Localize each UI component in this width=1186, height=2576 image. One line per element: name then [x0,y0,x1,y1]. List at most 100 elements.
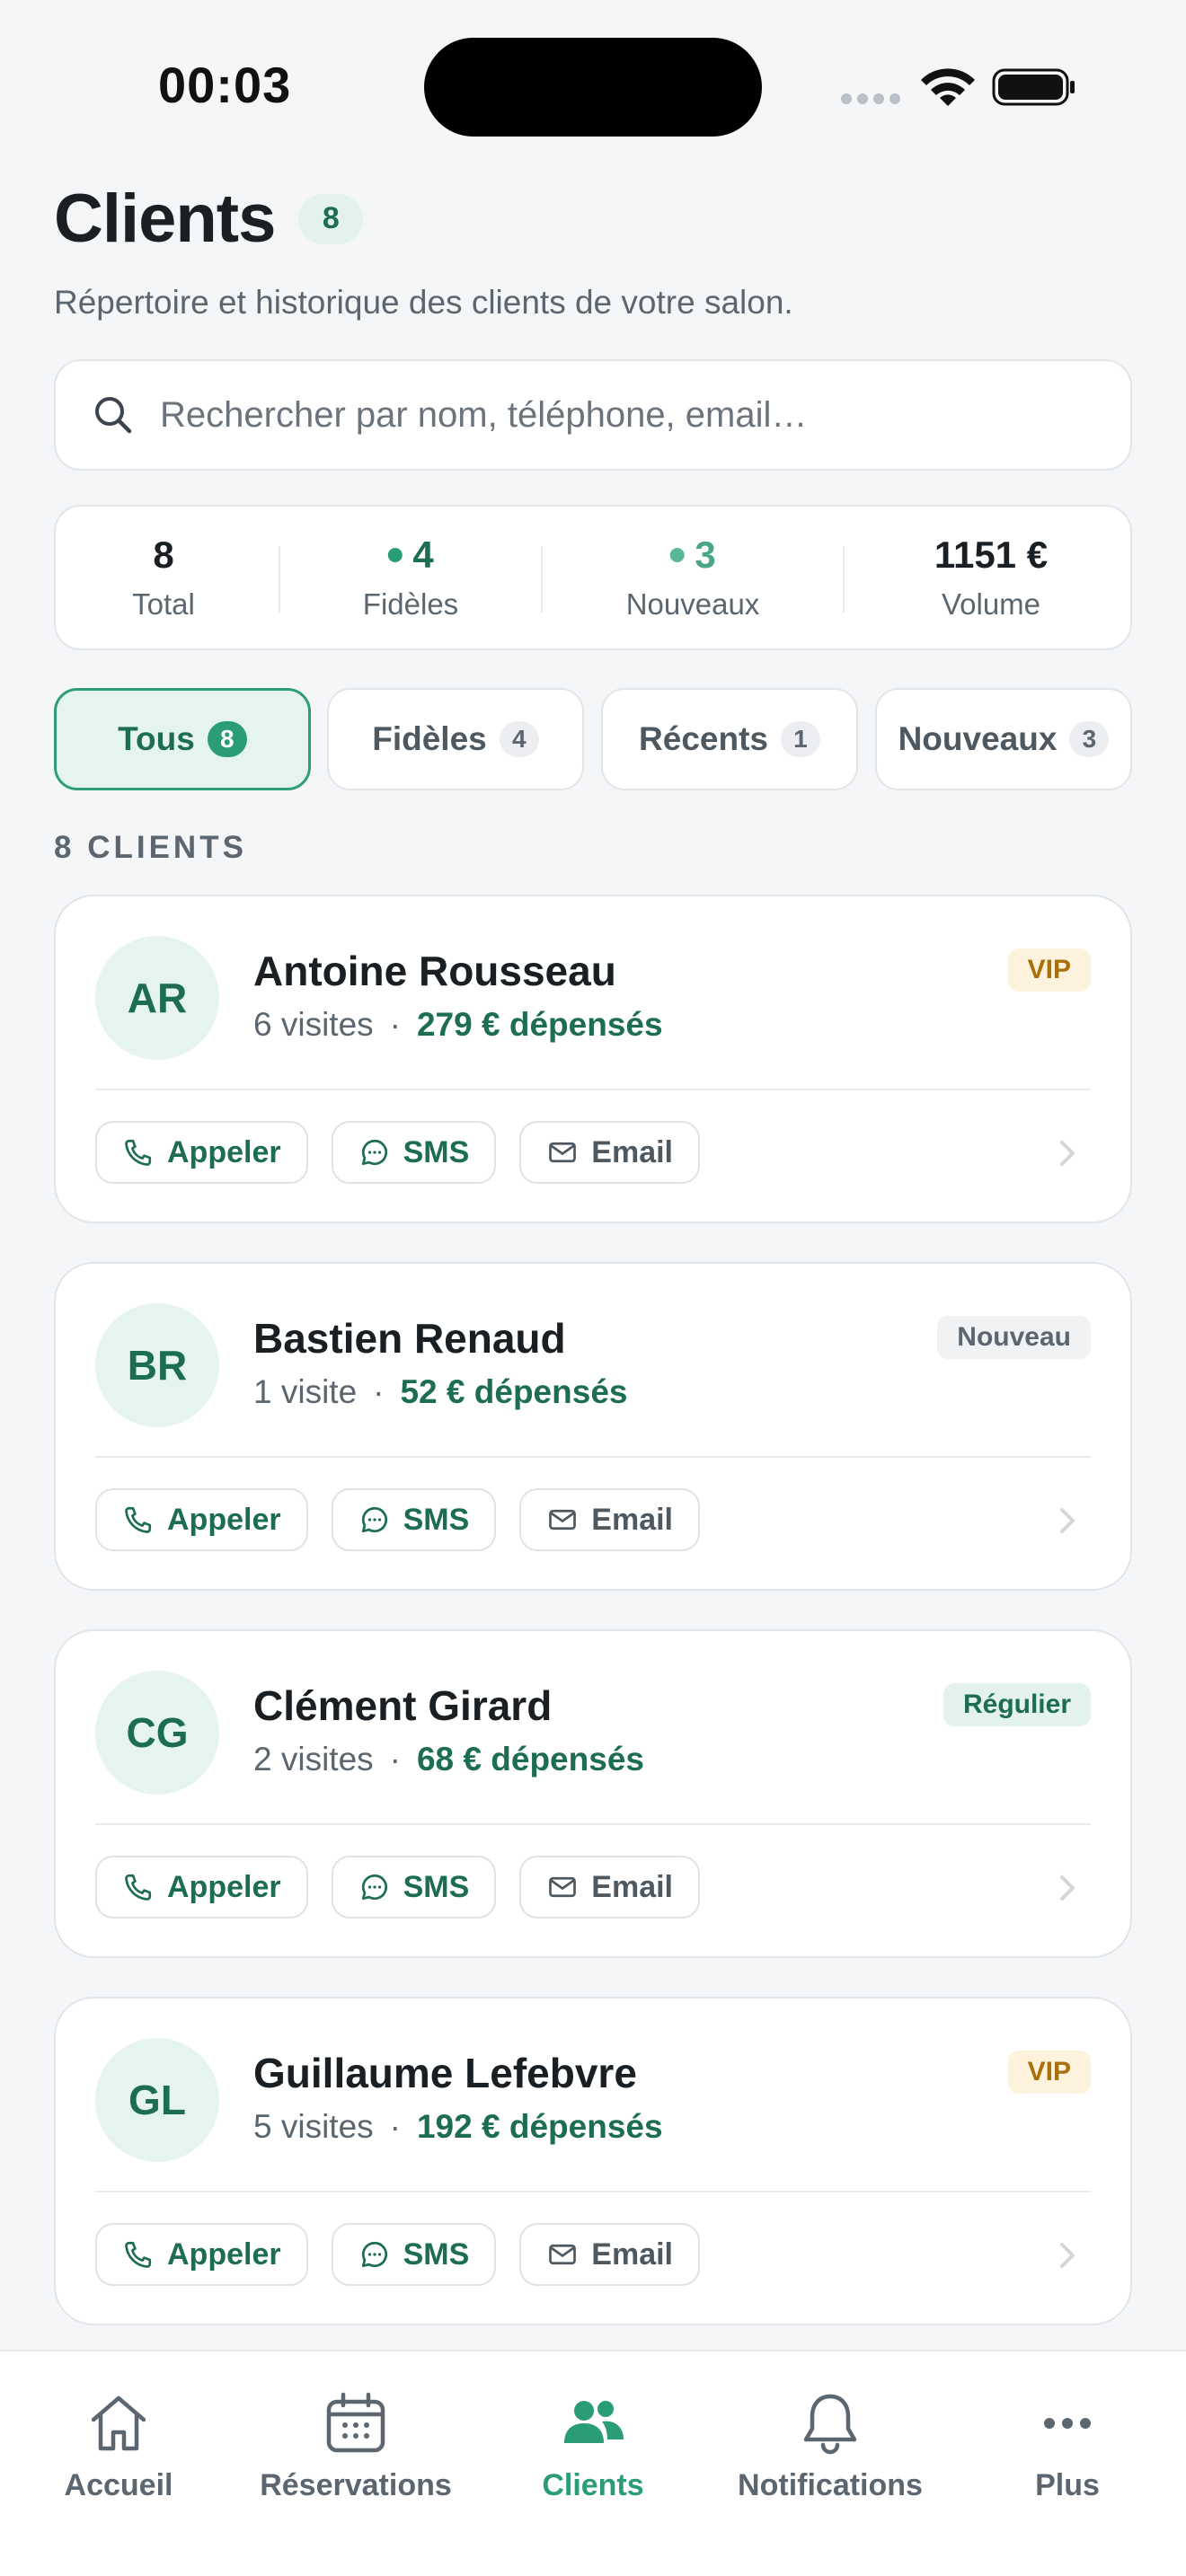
call-button[interactable]: Appeler [95,1121,308,1184]
phone-icon [125,2241,152,2268]
stats-panel: 8 Total 4 Fidèles 3 Nouveaux 1151 € Volu… [54,505,1132,650]
client-card[interactable]: AR Antoine Rousseau 6 visites · 279 € dé… [54,895,1132,1223]
filter-tab-recent[interactable]: Récents 1 [601,688,858,790]
avatar: AR [95,936,219,1060]
client-spent: 68 € dépensés [416,1741,644,1778]
calendar-icon [326,2392,385,2453]
client-name: Antoine Rousseau [253,948,616,994]
filter-tab-count: 4 [499,721,539,757]
call-button-label: Appeler [167,1134,281,1169]
email-button[interactable]: Email [519,1488,700,1551]
client-spent: 192 € dépensés [416,2108,663,2145]
email-button-label: Email [591,2236,673,2272]
status-badge: VIP [1007,948,1091,992]
chevron-right-icon [1060,1141,1075,1166]
client-visits: 6 visites [253,1006,374,1043]
more-icon [1044,2418,1091,2429]
battery-icon [992,68,1075,106]
client-visits: 2 visites [253,1741,374,1778]
client-card[interactable]: GL Guillaume Lefebvre 5 visites · 192 € … [54,1997,1132,2325]
status-badge: VIP [1007,2051,1091,2094]
search-bar[interactable] [54,359,1132,471]
email-button[interactable]: Email [519,1856,700,1919]
nav-label: Réservations [260,2468,452,2502]
nav-item-reservations[interactable]: Réservations [237,2387,474,2503]
stat-divider [541,546,543,613]
clients-screen: 00:03 Clients 8 Répertoire et historique… [0,0,1186,2576]
avatar: GL [95,2038,219,2162]
page-title: Clients [54,181,276,257]
chat-bubble-icon [361,1506,387,1533]
avatar: BR [95,1303,219,1427]
stat-total-value: 8 [153,534,174,576]
client-spent: 279 € dépensés [416,1006,663,1043]
chat-bubble-icon [361,2241,387,2268]
card-divider [95,1823,1091,1825]
nav-item-more[interactable]: Plus [949,2387,1186,2503]
meta-separator: · [389,2108,401,2145]
home-icon [91,2395,146,2451]
call-button[interactable]: Appeler [95,2223,308,2286]
filter-tab-label: Nouveaux [898,720,1058,757]
stat-loyal-label: Fidèles [362,587,459,621]
meta-separator: · [389,1741,401,1778]
client-visits: 1 visite [253,1373,358,1410]
phone-icon [125,1139,152,1166]
stat-total-label: Total [132,587,195,621]
email-button[interactable]: Email [519,2223,700,2286]
chevron-right-icon [1060,2243,1075,2268]
sms-button[interactable]: SMS [331,1121,497,1184]
sms-button[interactable]: SMS [331,1856,497,1919]
stat-new: 3 Nouveaux [626,534,760,622]
card-divider [95,1456,1091,1458]
filter-tab-new[interactable]: Nouveaux 3 [875,688,1132,790]
stat-volume-value: 1151 € [934,534,1049,576]
stat-new-value: 3 [626,534,760,577]
client-meta: 1 visite · 52 € dépensés [253,1373,627,1411]
dynamic-island [424,38,762,137]
page-header: Clients 8 [54,180,364,258]
card-actions: Appeler SMS Email [95,1856,700,1919]
status-bar: 00:03 [0,0,1186,171]
users-icon [564,2401,624,2443]
envelope-icon [549,1509,577,1531]
nav-item-home[interactable]: Accueil [0,2387,237,2503]
wifi-icon [921,68,975,106]
client-card[interactable]: BR Bastien Renaud 1 visite · 52 € dépens… [54,1262,1132,1591]
new-dot-icon [669,548,685,562]
email-button-label: Email [591,1134,673,1169]
stat-volume: 1151 € Volume [934,534,1048,622]
filter-tab-all[interactable]: Tous 8 [54,688,311,790]
meta-separator: · [373,1373,385,1410]
client-meta: 2 visites · 68 € dépensés [253,1741,644,1778]
email-button[interactable]: Email [519,1121,700,1184]
stat-volume-label: Volume [941,587,1041,621]
sms-button-label: SMS [403,1869,470,1904]
call-button[interactable]: Appeler [95,1856,308,1919]
sms-button[interactable]: SMS [331,2223,497,2286]
client-card[interactable]: CG Clément Girard 2 visites · 68 € dépen… [54,1629,1132,1958]
sms-button-label: SMS [403,1134,470,1169]
nav-label: Plus [1035,2468,1100,2502]
filter-tab-count: 8 [207,721,247,757]
status-badge: Nouveau [937,1316,1091,1359]
chevron-right-icon [1060,1508,1075,1533]
stat-divider [279,546,280,613]
card-actions: Appeler SMS Email [95,1121,700,1184]
nav-item-clients[interactable]: Clients [474,2387,712,2503]
status-badge: Régulier [943,1683,1091,1726]
cellular-signal-icon [841,93,900,104]
nav-label: Accueil [64,2468,173,2502]
nav-item-notifications[interactable]: Notifications [712,2387,949,2503]
filter-tab-loyal[interactable]: Fidèles 4 [327,688,584,790]
sms-button[interactable]: SMS [331,1488,497,1551]
client-name: Clément Girard [253,1682,553,1729]
filter-tab-count: 1 [780,721,820,757]
call-button[interactable]: Appeler [95,1488,308,1551]
envelope-icon [549,2244,577,2265]
filter-tab-count: 3 [1069,721,1110,757]
card-divider [95,1089,1091,1090]
avatar: CG [95,1671,219,1795]
stat-loyal-value: 4 [363,534,458,577]
search-input[interactable] [160,394,1112,436]
